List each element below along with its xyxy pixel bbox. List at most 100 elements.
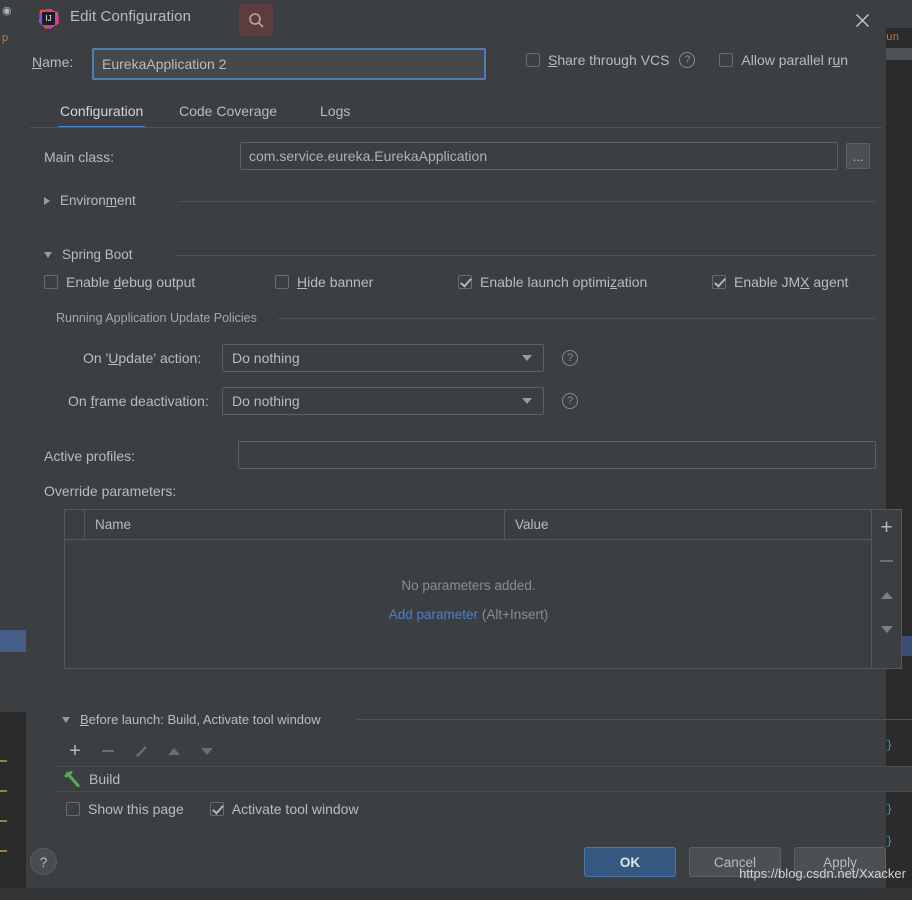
share-through-vcs-label: Share through VCS [548, 52, 670, 68]
arrow-down-icon [201, 747, 213, 755]
build-hammer-icon [64, 770, 80, 787]
on-update-action-combobox[interactable]: Do nothing [222, 344, 544, 372]
intellij-idea-logo-icon: IJ [38, 8, 60, 30]
environment-label: Environment [60, 193, 136, 208]
override-parameters-label: Override parameters: [44, 483, 177, 499]
on-update-action-value: Do nothing [232, 350, 300, 366]
main-class-input[interactable] [240, 142, 838, 170]
enable-debug-output-checkbox[interactable] [44, 275, 58, 289]
configuration-name-input[interactable] [92, 48, 486, 80]
on-frame-deactivation-help-icon[interactable]: ? [562, 393, 578, 409]
active-profiles-input[interactable] [238, 441, 876, 469]
spring-boot-divider [175, 255, 876, 256]
activate-tool-window-label: Activate tool window [231, 801, 359, 817]
before-launch-toolbar: + [62, 738, 912, 764]
remove-task-button[interactable] [95, 738, 121, 764]
enable-debug-output-label: Enable debug output [66, 274, 196, 290]
add-task-button[interactable]: + [62, 738, 88, 764]
on-frame-deactivation-combobox[interactable]: Do nothing [222, 387, 544, 415]
ide-bottom-strip [0, 888, 912, 900]
tab-configuration[interactable]: Configuration [58, 94, 146, 128]
activate-tool-window-checkbox[interactable] [209, 802, 224, 816]
tab-code-coverage[interactable]: Code Coverage [177, 94, 279, 128]
watermark-text: https://blog.csdn.net/Xxacker [739, 866, 906, 881]
enable-jmx-agent-row: Enable JMX agent [712, 274, 848, 290]
table-empty-action-row: Add parameter (Alt+Insert) [65, 607, 872, 622]
share-vcs-help-icon[interactable]: ? [679, 52, 696, 68]
plus-icon: + [69, 740, 81, 762]
show-this-page-label: Show this page [88, 801, 184, 817]
before-launch-item-label: Build [89, 771, 121, 787]
ok-button[interactable]: OK [584, 847, 676, 877]
show-this-page-checkbox[interactable] [66, 802, 80, 816]
close-icon[interactable] [848, 6, 876, 34]
enable-launch-optimization-label: Enable launch optimization [480, 274, 648, 290]
table-side-toolbar: + [871, 510, 901, 668]
ide-selected-line [0, 630, 26, 652]
arrow-down-icon [880, 625, 893, 633]
column-header-name[interactable]: Name [85, 510, 505, 539]
move-task-down-button[interactable] [194, 738, 220, 764]
allow-parallel-run-label: Allow parallel run [741, 52, 849, 68]
environment-divider [178, 201, 876, 202]
chevron-down-icon [522, 398, 532, 404]
before-launch-task-list: Build [58, 766, 912, 792]
hide-banner-label: Hide banner [297, 274, 374, 290]
table-body[interactable]: No parameters added. Add parameter (Alt+… [65, 540, 872, 668]
on-frame-deactivation-label: On frame deactivation: [68, 393, 209, 409]
help-button[interactable]: ? [30, 848, 57, 875]
spring-boot-section-header[interactable]: Spring Boot [44, 247, 133, 262]
table-header-row: Name Value [65, 510, 872, 540]
allow-parallel-run-checkbox[interactable] [719, 53, 734, 67]
tab-separator [30, 127, 882, 128]
pencil-icon [135, 745, 147, 757]
top-checkbox-row: Share through VCS ? Allow parallel run [526, 52, 848, 68]
add-parameter-button[interactable]: + [872, 510, 901, 544]
chevron-down-icon [44, 251, 52, 258]
chevron-right-icon [44, 196, 50, 205]
page-title: Edit Configuration [70, 8, 192, 25]
remove-parameter-button[interactable] [872, 544, 901, 578]
tab-bar: Configuration Code Coverage Logs [26, 94, 886, 128]
minus-icon [880, 560, 893, 562]
plus-icon: + [880, 515, 893, 539]
ide-right-fragment: un [886, 32, 900, 44]
main-class-browse-button[interactable]: ... [846, 143, 870, 169]
on-update-action-label: On 'Update' action: [83, 350, 202, 366]
add-parameter-link[interactable]: Add parameter [389, 607, 478, 622]
svg-text:IJ: IJ [45, 14, 51, 23]
name-label: Name: [32, 54, 74, 70]
enable-jmx-agent-checkbox[interactable] [712, 275, 726, 289]
ide-bookmark-icon: ◉ [2, 5, 12, 17]
tab-code-coverage-label: Code Coverage [179, 103, 278, 119]
enable-launch-optimization-row: Enable launch optimization [458, 274, 647, 290]
ide-left-gutter: ◉ p [0, 0, 26, 900]
column-header-value[interactable]: Value [505, 510, 871, 539]
environment-section-header[interactable]: Environment [44, 193, 136, 208]
main-class-label: Main class: [44, 149, 115, 165]
active-profiles-label: Active profiles: [44, 448, 136, 464]
on-update-action-help-icon[interactable]: ? [562, 350, 578, 366]
search-icon[interactable] [239, 4, 273, 36]
move-parameter-down-button[interactable] [872, 612, 901, 646]
before-launch-divider [356, 719, 912, 720]
edit-task-button[interactable] [128, 738, 154, 764]
before-launch-section-header[interactable]: Before launch: Build, Activate tool wind… [62, 712, 321, 727]
tab-logs-label: Logs [320, 103, 351, 119]
enable-debug-output-row: Enable debug output [44, 274, 195, 290]
arrow-up-icon [880, 591, 893, 599]
move-parameter-up-button[interactable] [872, 578, 901, 612]
minus-icon [102, 750, 114, 752]
edit-configuration-dialog: IJ Edit Configuration Name: EurekaApplic… [26, 0, 912, 888]
question-mark-icon: ? [39, 853, 48, 870]
share-through-vcs-checkbox[interactable] [526, 53, 540, 67]
add-parameter-shortcut-hint: (Alt+Insert) [481, 607, 549, 622]
enable-launch-optimization-checkbox[interactable] [458, 275, 472, 289]
table-empty-message: No parameters added. [401, 578, 536, 593]
move-task-up-button[interactable] [161, 738, 187, 764]
list-item[interactable]: Build [58, 770, 121, 788]
hide-banner-checkbox[interactable] [275, 275, 289, 289]
spring-boot-label: Spring Boot [62, 247, 133, 262]
tab-logs[interactable]: Logs [318, 94, 352, 128]
before-launch-options-row: Show this page Activate tool window [66, 801, 359, 817]
